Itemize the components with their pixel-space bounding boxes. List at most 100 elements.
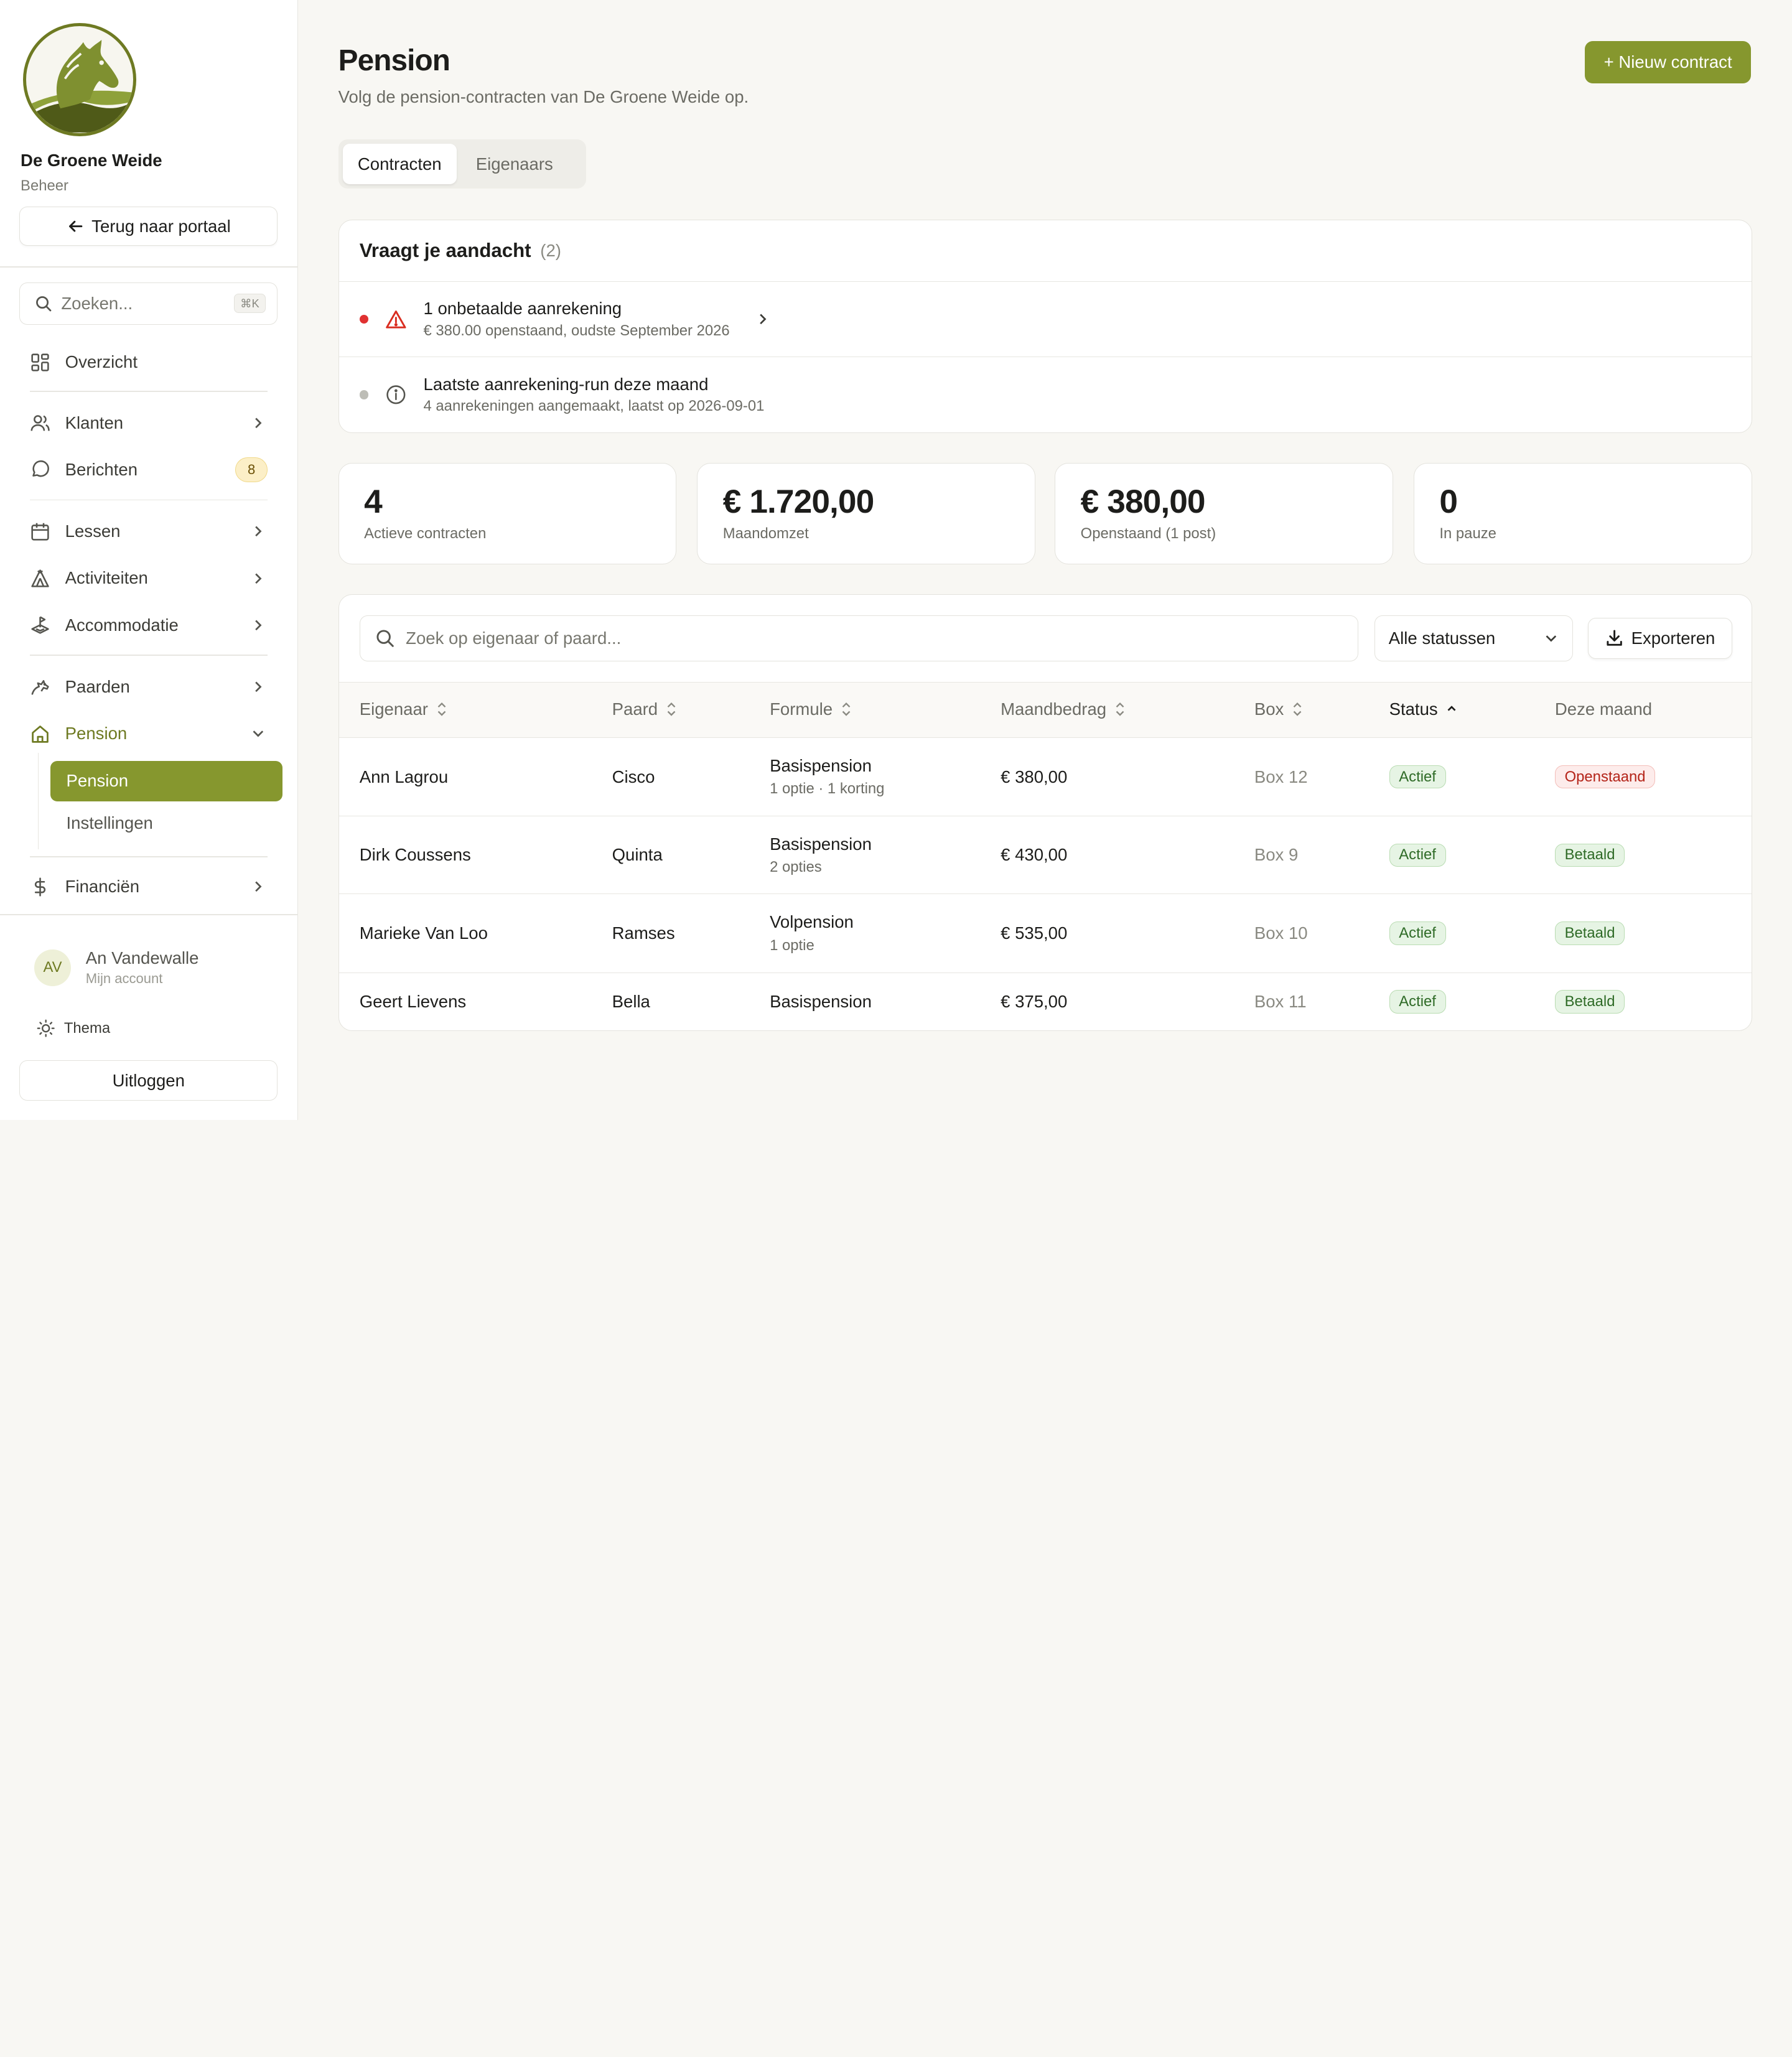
account-menu[interactable]: AV An Vandewalle Mijn account bbox=[34, 948, 198, 987]
export-label: Exporteren bbox=[1631, 628, 1715, 648]
status-dot bbox=[359, 390, 369, 399]
formula-name: Basispension bbox=[770, 755, 872, 775]
table-row[interactable]: Dirk Coussens Quinta Basispension 2 opti… bbox=[338, 816, 1752, 895]
column-label: Formule bbox=[770, 699, 833, 719]
cell-owner: Geert Lievens bbox=[359, 991, 467, 1011]
status-badge: Actief bbox=[1389, 765, 1446, 789]
chevron-right-icon bbox=[250, 523, 266, 539]
divider bbox=[29, 856, 268, 857]
column-header-horse[interactable]: Paard bbox=[612, 683, 679, 736]
table-row[interactable]: Geert Lievens Bella Basispension € 375,0… bbox=[339, 973, 1752, 1030]
back-to-portal-label: Terug naar portaal bbox=[91, 216, 231, 236]
info-icon bbox=[385, 383, 408, 406]
calendar-icon bbox=[31, 523, 49, 541]
sidebar-item-label: Klanten bbox=[65, 413, 124, 432]
main-content: Pension Volg de pension-contracten van D… bbox=[298, 0, 1792, 1120]
sidebar-item-lessons[interactable]: Lessen bbox=[19, 512, 278, 551]
attention-item-title: Laatste aanrekening-run deze maand bbox=[423, 374, 709, 394]
column-header-this-month: Deze maand bbox=[1555, 683, 1652, 736]
divider bbox=[0, 914, 299, 916]
back-to-portal-button[interactable]: Terug naar portaal bbox=[19, 207, 278, 246]
sidebar-item-clients[interactable]: Klanten bbox=[19, 403, 278, 442]
column-header-status[interactable]: Status bbox=[1389, 683, 1458, 736]
cell-amount: € 380,00 bbox=[1001, 767, 1068, 786]
divider bbox=[29, 391, 268, 392]
chevron-down-icon bbox=[1546, 635, 1556, 642]
tab-contracts[interactable]: Contracten bbox=[343, 144, 457, 184]
column-header-formula[interactable]: Formule bbox=[770, 683, 853, 736]
export-button[interactable]: Exporteren bbox=[1588, 617, 1732, 659]
payment-badge: Betaald bbox=[1554, 843, 1625, 867]
alert-triangle-icon bbox=[385, 308, 408, 331]
cell-this-month: Betaald bbox=[1554, 973, 1625, 1030]
sidebar-search-input[interactable]: Zoeken... ⌘K bbox=[19, 282, 278, 325]
cell-box: Box 11 bbox=[1254, 991, 1307, 1011]
table-search-input[interactable]: Zoek op eigenaar of paard... bbox=[359, 615, 1358, 661]
search-icon bbox=[376, 630, 394, 647]
stat-label: Maandomzet bbox=[722, 525, 809, 543]
sort-icon bbox=[1293, 702, 1302, 716]
logout-button[interactable]: Uitloggen bbox=[19, 1060, 278, 1101]
cell-this-month: Openstaand bbox=[1554, 738, 1656, 816]
attention-title: Vraagt je aandacht bbox=[359, 239, 531, 261]
chevron-right-icon bbox=[250, 879, 266, 895]
table-row[interactable]: Marieke Van Loo Ramses Volpension 1 opti… bbox=[338, 894, 1752, 973]
attention-count: (2) bbox=[540, 240, 561, 260]
dollar-icon bbox=[34, 877, 45, 897]
divider bbox=[29, 655, 268, 656]
attention-item-billing-run: Laatste aanrekening-run deze maand 4 aan… bbox=[339, 357, 1752, 432]
attention-item-title: 1 onbetaalde aanrekening bbox=[423, 299, 622, 319]
sort-icon bbox=[437, 702, 446, 716]
sidebar-item-finance[interactable]: Financiën bbox=[19, 867, 278, 906]
avatar: AV bbox=[34, 949, 71, 986]
cell-formula: Basispension bbox=[770, 973, 872, 1030]
cell-amount: € 430,00 bbox=[1001, 845, 1068, 865]
sidebar-item-pension[interactable]: Pension bbox=[19, 714, 278, 753]
search-icon bbox=[36, 296, 52, 312]
cell-amount: € 375,00 bbox=[1001, 991, 1068, 1011]
column-header-box[interactable]: Box bbox=[1254, 683, 1305, 736]
column-header-owner[interactable]: Eigenaar bbox=[360, 683, 449, 736]
stat-value: 4 bbox=[364, 483, 383, 521]
cell-horse: Ramses bbox=[612, 923, 675, 943]
cell-status: Actief bbox=[1389, 973, 1446, 1030]
formula-name: Basispension bbox=[770, 834, 872, 854]
submenu-line bbox=[37, 753, 39, 849]
cell-horse: Cisco bbox=[612, 767, 655, 786]
table-header: Eigenaar Paard Formule Maandbedrag Box S… bbox=[338, 681, 1752, 738]
column-label: Deze maand bbox=[1554, 699, 1653, 719]
page-subtitle: Volg de pension-contracten van De Groene… bbox=[338, 86, 749, 106]
attention-item-unpaid[interactable]: 1 onbetaalde aanrekening € 380.00 openst… bbox=[338, 282, 1752, 358]
horse-icon bbox=[31, 680, 49, 696]
sun-icon bbox=[37, 1019, 55, 1038]
status-badge: Actief bbox=[1389, 843, 1446, 867]
status-filter-select[interactable]: Alle statussen bbox=[1374, 615, 1574, 661]
formula-name: Volpension bbox=[770, 912, 854, 932]
sidebar-item-horses[interactable]: Paarden bbox=[19, 668, 278, 706]
column-header-amount[interactable]: Maandbedrag bbox=[1001, 683, 1127, 736]
sidebar-item-label: Accommodatie bbox=[65, 615, 179, 635]
sort-icon bbox=[1116, 702, 1124, 716]
cell-formula: Basispension 1 optie · 1 korting bbox=[770, 738, 884, 816]
status-badge: Actief bbox=[1389, 990, 1446, 1014]
status-filter-value: Alle statussen bbox=[1388, 628, 1496, 648]
cell-owner: Ann Lagrou bbox=[359, 767, 449, 786]
cell-formula: Volpension 1 optie bbox=[770, 894, 854, 973]
chevron-right-icon bbox=[755, 311, 771, 327]
tab-owners[interactable]: Eigenaars bbox=[461, 144, 568, 184]
arrow-left-icon bbox=[68, 220, 83, 232]
theme-toggle[interactable]: Thema bbox=[37, 1019, 110, 1038]
cell-amount: € 535,00 bbox=[1001, 923, 1068, 943]
sidebar-item-messages[interactable]: Berichten 8 bbox=[19, 450, 278, 489]
sort-icon bbox=[842, 702, 851, 716]
sidebar-item-accommodation[interactable]: Accommodatie bbox=[19, 605, 278, 644]
stat-value: € 380,00 bbox=[1080, 483, 1206, 521]
sidebar-item-overview[interactable]: Overzicht bbox=[19, 343, 278, 381]
new-contract-button[interactable]: + Nieuw contract bbox=[1585, 41, 1751, 84]
cell-owner: Dirk Coussens bbox=[359, 845, 471, 865]
sidebar-subitem-pension[interactable]: Pension bbox=[50, 761, 282, 801]
sidebar-item-activities[interactable]: Activiteiten bbox=[19, 559, 278, 597]
sidebar-subitem-settings[interactable]: Instellingen bbox=[50, 803, 282, 843]
table-row[interactable]: Ann Lagrou Cisco Basispension 1 optie · … bbox=[338, 738, 1752, 817]
cell-status: Actief bbox=[1389, 738, 1446, 816]
